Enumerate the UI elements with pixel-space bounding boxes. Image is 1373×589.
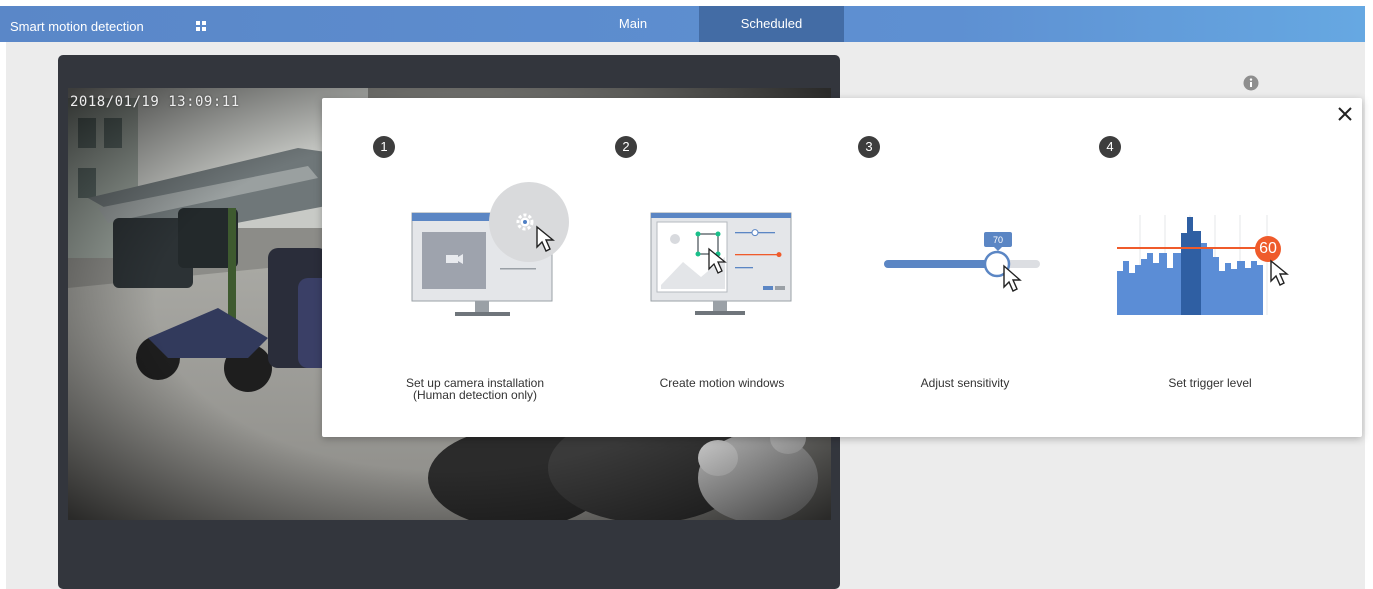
step-number-4: 4 <box>1099 136 1121 158</box>
video-timestamp: 2018/01/19 13:09:11 <box>70 94 240 110</box>
step-number-2: 2 <box>615 136 637 158</box>
step-4-illustration <box>1117 215 1289 315</box>
grid-icon[interactable] <box>196 21 206 31</box>
app-title: Smart motion detection <box>10 19 144 34</box>
step-2-illustration <box>650 212 792 315</box>
info-icon[interactable] <box>1243 75 1259 91</box>
step-label-1: Set up camera installation (Human detect… <box>405 376 545 402</box>
trigger-level-value: 60 <box>1259 240 1277 257</box>
step-label-3: Adjust sensitivity <box>920 376 1010 390</box>
step-label-4: Set trigger level <box>1168 376 1252 390</box>
tab-scheduled[interactable]: Scheduled <box>699 6 844 42</box>
step-label-2: Create motion windows <box>659 376 785 390</box>
tab-main[interactable]: Main <box>585 6 681 42</box>
step-1-illustration <box>411 182 569 316</box>
top-bar: Smart motion detection Main Scheduled <box>0 6 1365 42</box>
sensitivity-value-label: 70 <box>992 235 1003 245</box>
step-number-3: 3 <box>858 136 880 158</box>
step-number-1: 1 <box>373 136 395 158</box>
close-icon[interactable] <box>1335 104 1355 124</box>
step-3-illustration <box>884 232 1040 292</box>
